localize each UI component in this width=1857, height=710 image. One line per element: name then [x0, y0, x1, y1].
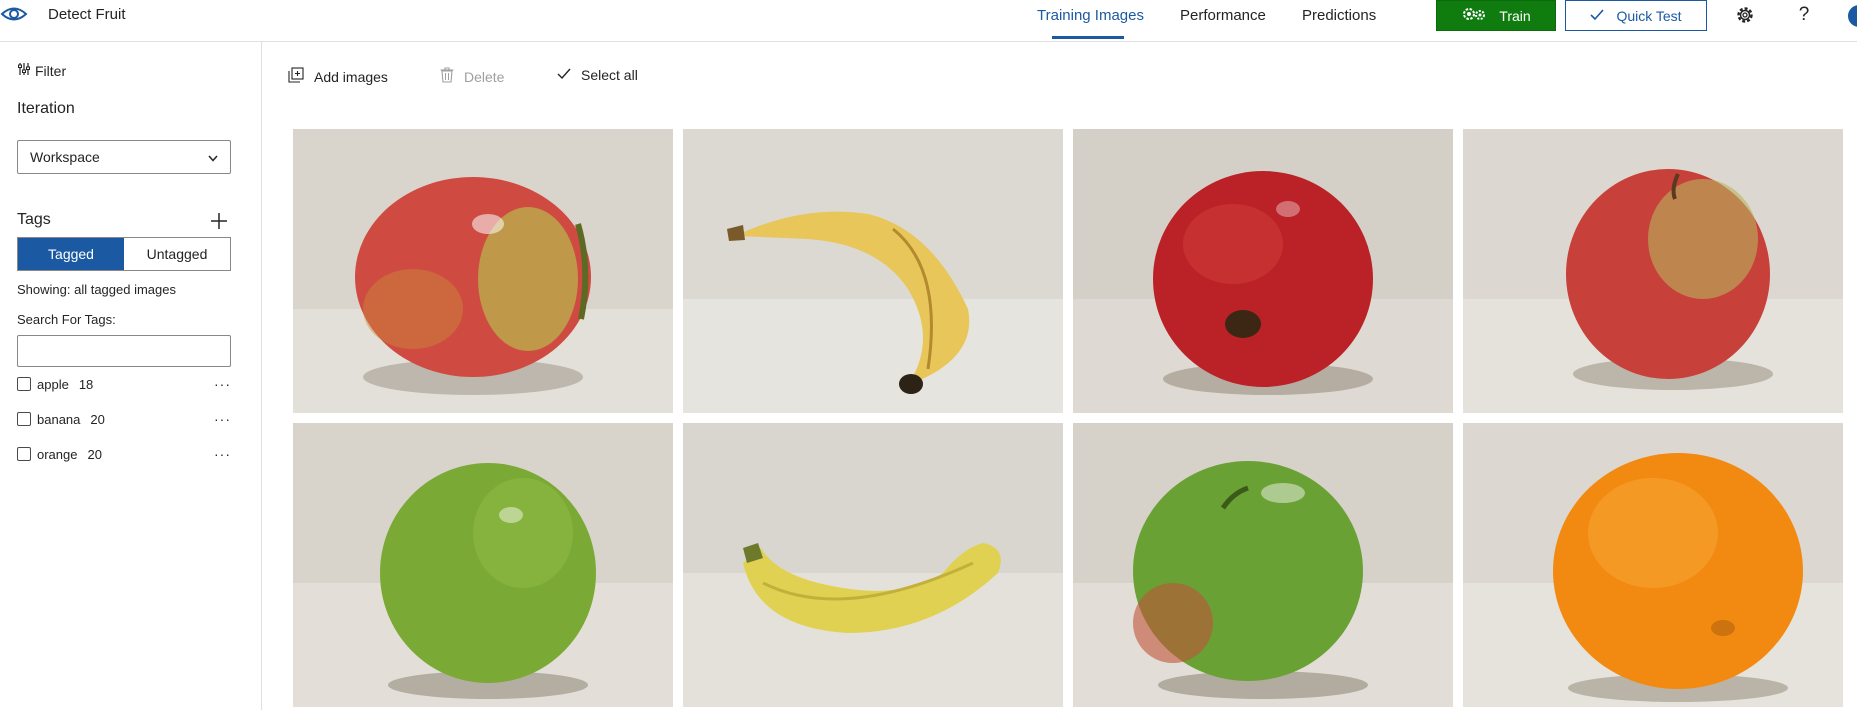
tag-name: banana	[37, 411, 81, 427]
tag-more-options-icon[interactable]: ···	[214, 446, 231, 462]
image-tile-apple[interactable]	[1463, 129, 1843, 413]
top-bar: Detect Fruit Training Images Performance…	[0, 0, 1857, 42]
apple-photo	[1073, 423, 1453, 707]
add-images-label: Add images	[314, 68, 388, 85]
tag-checkbox[interactable]	[17, 377, 31, 391]
iteration-selected-value: Workspace	[30, 149, 100, 165]
add-images-icon	[288, 67, 304, 86]
chevron-down-icon	[208, 149, 218, 165]
eye-logo-icon	[0, 2, 28, 26]
apple-photo	[293, 423, 673, 707]
tag-count: 20	[90, 411, 105, 427]
add-images-button[interactable]: Add images	[288, 67, 388, 86]
orange-photo	[1463, 423, 1843, 707]
tag-checkbox[interactable]	[17, 447, 31, 461]
tag-name: orange	[37, 446, 78, 462]
tag-count: 20	[87, 446, 102, 462]
image-tile-apple[interactable]	[1073, 129, 1453, 413]
tag-row-orange: orange 20 ···	[17, 442, 231, 466]
tag-name: apple	[37, 376, 69, 392]
gears-icon	[1461, 6, 1487, 25]
delete-label: Delete	[464, 68, 505, 85]
active-tab-indicator	[1052, 36, 1124, 39]
banana-photo	[683, 129, 1063, 413]
checkmark-icon	[557, 67, 571, 83]
filter-label: Filter	[35, 62, 67, 79]
tab-training-images[interactable]: Training Images	[1037, 7, 1144, 24]
quick-test-label: Quick Test	[1616, 7, 1682, 24]
image-tile-banana[interactable]	[683, 423, 1063, 707]
help-icon[interactable]: ?	[1790, 3, 1818, 27]
tag-more-options-icon[interactable]: ···	[214, 411, 231, 427]
sidebar: Filter Iteration Workspace Tags Tagged U…	[0, 42, 262, 710]
avatar[interactable]	[1848, 5, 1857, 27]
tag-count: 18	[78, 376, 94, 392]
tagged-untagged-toggle: Tagged Untagged	[17, 237, 231, 271]
tab-predictions[interactable]: Predictions	[1302, 7, 1376, 24]
banana-photo	[683, 423, 1063, 707]
select-all-label: Select all	[581, 67, 638, 83]
select-all-button[interactable]: Select all	[557, 67, 638, 83]
search-tags-label: Search For Tags:	[17, 312, 116, 327]
showing-status-text: Showing: all tagged images	[17, 282, 176, 297]
tag-row-banana: banana 20 ···	[17, 407, 231, 431]
image-tile-apple[interactable]	[1073, 423, 1453, 707]
apple-photo	[1463, 129, 1843, 413]
delete-button[interactable]: Delete	[440, 67, 504, 86]
search-tags-input[interactable]	[17, 335, 231, 367]
trash-icon	[440, 67, 454, 86]
tag-more-options-icon[interactable]: ···	[214, 376, 231, 392]
train-button[interactable]: Train	[1436, 0, 1556, 31]
apple-photo	[293, 129, 673, 413]
tab-performance[interactable]: Performance	[1180, 7, 1266, 24]
image-tile-apple[interactable]	[293, 129, 673, 413]
iteration-heading: Iteration	[17, 100, 75, 117]
train-label: Train	[1499, 7, 1531, 24]
checkmark-icon	[1590, 8, 1605, 24]
image-tile-banana[interactable]	[683, 129, 1063, 413]
add-tag-plus-icon[interactable]	[208, 210, 230, 232]
filter-sliders-icon	[17, 62, 31, 79]
settings-gear-icon[interactable]	[1731, 3, 1759, 27]
tag-checkbox[interactable]	[17, 412, 31, 426]
filter-button[interactable]: Filter	[17, 62, 66, 79]
image-tile-orange[interactable]	[1463, 423, 1843, 707]
tag-row-apple: apple 18 ···	[17, 372, 231, 396]
tags-heading: Tags	[17, 211, 51, 228]
untagged-toggle-button[interactable]: Untagged	[124, 238, 230, 270]
quick-test-button[interactable]: Quick Test	[1565, 0, 1707, 31]
image-tile-apple[interactable]	[293, 423, 673, 707]
apple-photo	[1073, 129, 1453, 413]
tagged-toggle-button[interactable]: Tagged	[18, 238, 124, 270]
iteration-dropdown[interactable]: Workspace	[17, 140, 231, 174]
project-title: Detect Fruit	[48, 6, 126, 23]
